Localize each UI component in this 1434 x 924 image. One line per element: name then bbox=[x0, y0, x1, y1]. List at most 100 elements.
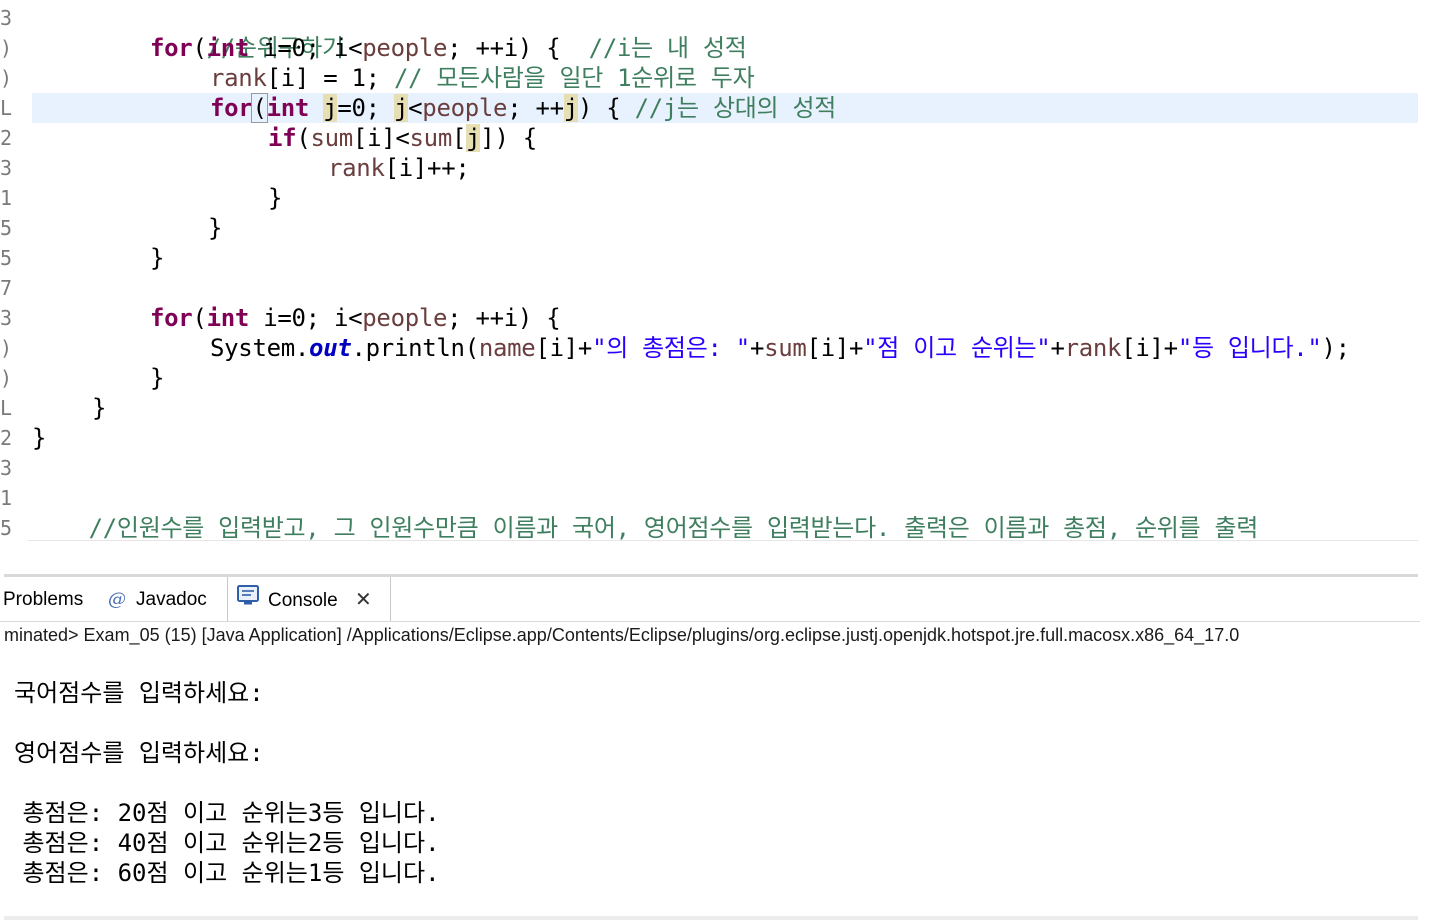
line-number[interactable]: L bbox=[0, 393, 12, 423]
line-number[interactable]: 3 bbox=[0, 453, 12, 483]
code-token: [i]+ bbox=[535, 334, 593, 362]
line-number[interactable]: 2 bbox=[0, 423, 12, 453]
console-output-line: 총점은: 60점 이고 순위는1등 입니다. bbox=[8, 859, 440, 887]
code-line[interactable]: for(int i=0; i<people; ++i) { //i는 내 성적 bbox=[150, 33, 747, 63]
field-out: out bbox=[309, 334, 352, 362]
keyword-if: if bbox=[268, 124, 297, 152]
variable-j-occurrence: j bbox=[393, 94, 409, 122]
code-token: ; ++i) { bbox=[447, 34, 589, 62]
code-line[interactable]: for(int i=0; i<people; ++i) { bbox=[150, 303, 561, 333]
line-number[interactable]: L bbox=[0, 93, 12, 123]
code-line[interactable]: rank[i] = 1; // 모든사람을 일단 1순위로 두자 bbox=[210, 63, 755, 93]
variable-rank: rank bbox=[1064, 334, 1122, 362]
string-literal: "점 이고 순위는" bbox=[863, 334, 1051, 362]
code-token: ( bbox=[296, 124, 311, 152]
code-token: [i] = 1; bbox=[266, 64, 394, 92]
code-token: [i]++; bbox=[384, 154, 470, 182]
line-number[interactable]: 3 bbox=[0, 3, 12, 33]
code-token: + bbox=[1050, 334, 1065, 362]
line-number[interactable]: 1 bbox=[0, 483, 12, 513]
variable-people: people bbox=[362, 34, 448, 62]
code-token: ( bbox=[192, 304, 207, 332]
line-number[interactable]: 7 bbox=[0, 273, 12, 303]
variable-people: people bbox=[362, 304, 448, 332]
line-number[interactable]: 5 bbox=[0, 213, 12, 243]
code-token: ); bbox=[1321, 334, 1351, 362]
comment: //i는 내 성적 bbox=[588, 34, 747, 62]
console-bottom-edge bbox=[4, 916, 1418, 920]
code-line-current[interactable]: for(int j=0; j<people; ++j) { //j는 상대의 성… bbox=[210, 93, 836, 123]
code-token: i=0; i< bbox=[249, 34, 363, 62]
javadoc-icon: @ bbox=[108, 589, 126, 610]
console-output-line: 국어점수를 입력하세요: bbox=[14, 679, 264, 707]
keyword-for: for bbox=[150, 34, 193, 62]
code-token: .println( bbox=[351, 334, 480, 362]
code-token: [i]+ bbox=[806, 334, 864, 362]
line-number[interactable]: 5 bbox=[0, 243, 12, 273]
code-token: ; ++i) { bbox=[447, 304, 561, 332]
variable-j-occurrence: j bbox=[323, 94, 338, 122]
code-token: [i]< bbox=[352, 124, 410, 152]
code-line[interactable]: } bbox=[268, 183, 282, 213]
comment: // 모든사람을 일단 1순위로 두자 bbox=[393, 64, 755, 92]
code-token: [ bbox=[451, 124, 467, 152]
code-line[interactable]: if(sum[i]<sum[j]) { bbox=[268, 123, 537, 153]
keyword-for: for bbox=[210, 94, 253, 122]
line-number[interactable]: 3 bbox=[0, 153, 12, 183]
console-icon bbox=[236, 578, 260, 624]
line-number[interactable]: 5 bbox=[0, 513, 12, 543]
code-token: i=0; i< bbox=[249, 304, 363, 332]
variable-rank: rank bbox=[210, 64, 267, 92]
code-editor[interactable]: 3 ) ) L 2 3 1 5 5 7 3 ) ) L 2 3 1 5 //순위… bbox=[0, 0, 1420, 570]
tab-console[interactable]: Console ✕ bbox=[227, 577, 391, 621]
code-line[interactable]: System.out.println(name[i]+"의 총점은: "+sum… bbox=[210, 333, 1350, 363]
code-token: [i]+ bbox=[1121, 334, 1178, 362]
variable-j-occurrence: j bbox=[466, 124, 481, 152]
code-line[interactable]: } bbox=[208, 213, 222, 243]
code-token: System. bbox=[210, 334, 310, 362]
code-line[interactable]: //인원수를 입력받고, 그 인원수만큼 이름과 국어, 영어점수를 입력받는다… bbox=[32, 483, 1259, 542]
editor-bottom-edge bbox=[28, 540, 1418, 541]
line-number[interactable]: ) bbox=[0, 363, 12, 393]
code-line[interactable]: rank[i]++; bbox=[328, 153, 470, 183]
variable-name: name bbox=[478, 334, 536, 362]
code-line[interactable]: } bbox=[32, 423, 46, 453]
keyword-int: int bbox=[206, 34, 250, 62]
variable-sum: sum bbox=[409, 124, 453, 152]
tab-label: Console bbox=[268, 590, 338, 611]
code-line[interactable]: } bbox=[150, 363, 164, 393]
comment: //j는 상대의 성적 bbox=[634, 94, 837, 122]
console-process-path: minated> Exam_05 (15) [Java Application]… bbox=[4, 625, 1240, 645]
tab-label: Javadoc bbox=[136, 589, 207, 611]
variable-sum: sum bbox=[764, 334, 807, 362]
code-line[interactable]: //순위구하기 bbox=[150, 3, 345, 62]
matching-bracket: ( bbox=[251, 93, 268, 123]
code-token: < bbox=[408, 94, 423, 122]
close-icon[interactable]: ✕ bbox=[355, 589, 372, 611]
keyword-for: for bbox=[150, 304, 193, 332]
string-literal: "등 입니다." bbox=[1177, 334, 1322, 362]
console-output-line: 총점은: 40점 이고 순위는2등 입니다. bbox=[8, 829, 440, 857]
console-output-line: 총점은: 20점 이고 순위는3등 입니다. bbox=[8, 799, 440, 827]
variable-rank: rank bbox=[328, 154, 385, 182]
code-token: ) { bbox=[577, 94, 635, 122]
comment: //인원수를 입력받고, 그 인원수만큼 이름과 국어, 영어점수를 입력받는다… bbox=[88, 514, 1259, 542]
tab-label: Problems bbox=[3, 589, 84, 610]
variable-j-occurrence: j bbox=[563, 94, 578, 122]
line-number[interactable]: ) bbox=[0, 33, 12, 63]
string-literal: "의 총점은: " bbox=[592, 334, 750, 362]
code-token: + bbox=[749, 334, 765, 362]
panel-tab-bar: Problems @ Javadoc Console ✕ bbox=[0, 577, 1420, 622]
code-line[interactable]: } bbox=[92, 393, 106, 423]
line-number[interactable]: 1 bbox=[0, 183, 12, 213]
code-token: ]) { bbox=[480, 124, 537, 152]
code-line[interactable]: } bbox=[150, 243, 164, 273]
code-token: ; ++ bbox=[507, 94, 564, 122]
line-number[interactable]: 2 bbox=[0, 123, 12, 153]
tab-problems[interactable]: Problems bbox=[3, 577, 99, 621]
tab-javadoc[interactable]: @ Javadoc bbox=[108, 577, 226, 621]
line-number[interactable]: 3 bbox=[0, 303, 12, 333]
line-number[interactable]: ) bbox=[0, 63, 12, 93]
line-number[interactable]: ) bbox=[0, 333, 12, 363]
